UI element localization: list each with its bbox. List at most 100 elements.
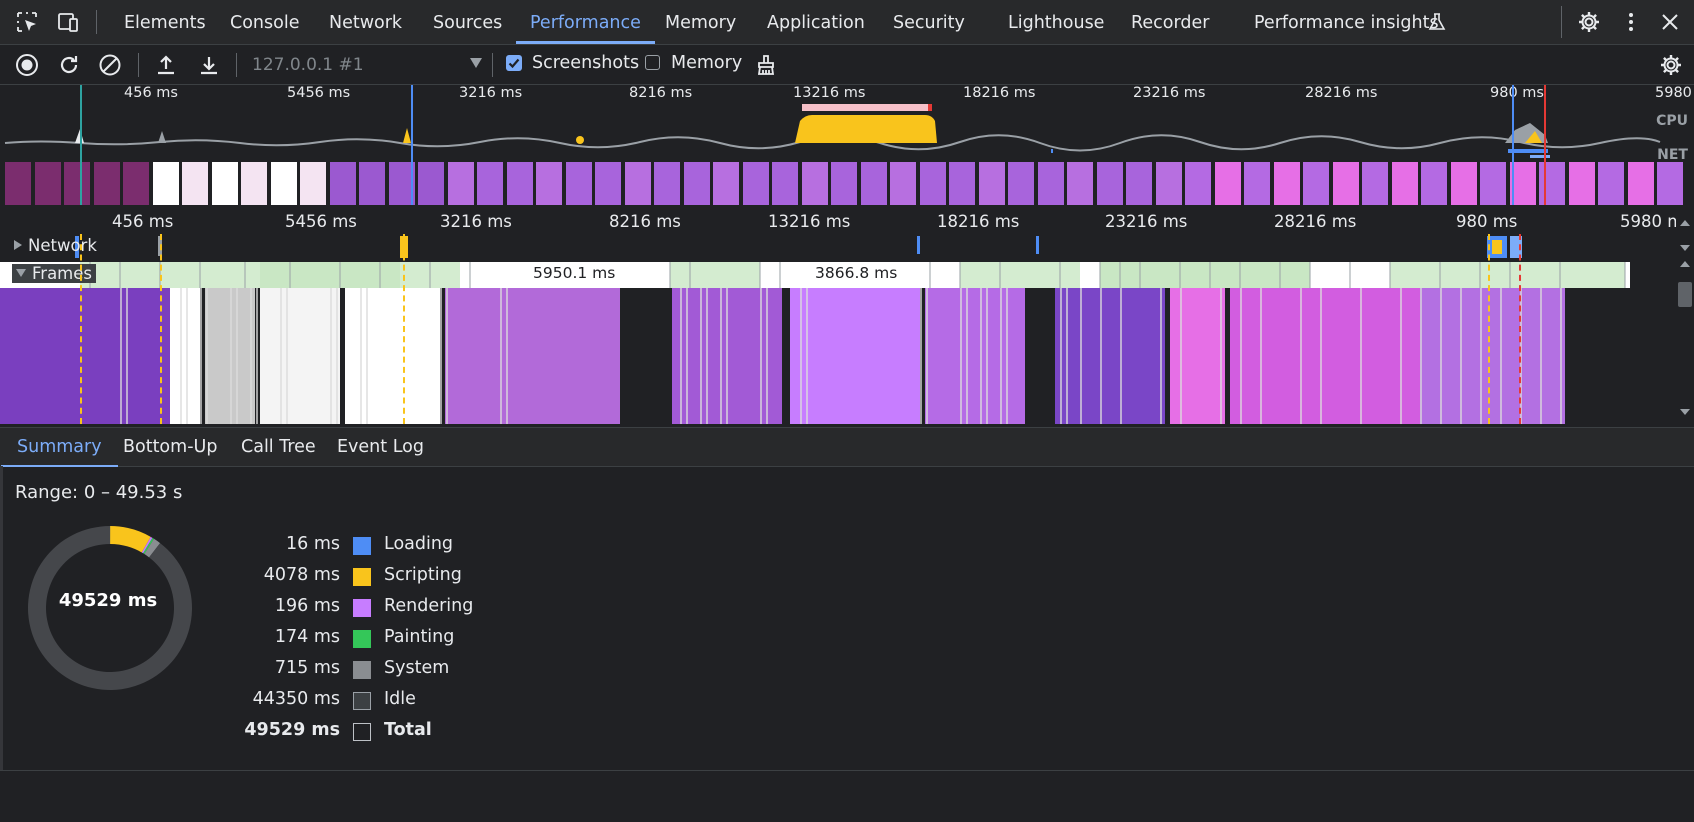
tab-security[interactable]: Security [893, 0, 965, 44]
legend-name: Loading [384, 534, 454, 554]
tab-memory[interactable]: Memory [665, 0, 736, 44]
upload-icon[interactable] [153, 52, 179, 78]
status-area [0, 771, 1694, 822]
more-options-icon[interactable] [1618, 9, 1644, 35]
screenshot-thumbnail [742, 162, 771, 205]
frame-marker [80, 85, 82, 205]
legend-swatch [353, 692, 371, 710]
frame-separator [1066, 288, 1068, 424]
screenshot-thumbnail [477, 162, 505, 205]
tracks-scrollbar[interactable] [1676, 210, 1694, 424]
legend-value: 174 ms [274, 627, 340, 647]
tab-elements[interactable]: Elements [124, 0, 206, 44]
frame-separator [236, 288, 238, 424]
frame-marker [160, 234, 162, 424]
download-icon[interactable] [196, 52, 222, 78]
record-icon[interactable] [14, 52, 40, 78]
frame-duration[interactable]: 5950.1 ms [533, 264, 615, 282]
network-track[interactable]: Network [0, 234, 1676, 262]
screenshot-thumbnail [919, 162, 948, 205]
tab-bottom-up[interactable]: Bottom-Up [123, 428, 217, 466]
screenshot-thumbnail [270, 162, 299, 205]
toolbar-separator [1561, 6, 1562, 38]
screenshot-thumbnail [447, 162, 476, 205]
details-tabbar: Summary Bottom-Up Call Tree Event Log [0, 427, 1694, 467]
ruler-tick: 13216 ms [768, 212, 851, 231]
tab-performance[interactable]: Performance [516, 0, 655, 44]
frame-separator [1420, 288, 1422, 424]
frame-separator [206, 288, 208, 424]
frame-separator [1500, 288, 1502, 424]
close-icon[interactable] [1657, 9, 1683, 35]
tab-network[interactable]: Network [329, 0, 402, 44]
device-toolbar-icon[interactable] [55, 9, 81, 35]
timeline-ruler: 456 ms 5456 ms 3216 ms 8216 ms 13216 ms … [0, 210, 1683, 234]
frame-marker [1488, 234, 1490, 424]
network-track-header[interactable]: Network [14, 236, 97, 255]
tab-sources[interactable]: Sources [433, 0, 502, 44]
screenshot-thumbnail [1067, 162, 1095, 205]
frame-screenshot [1055, 288, 1165, 424]
frames-track-header[interactable]: Frames [12, 264, 97, 283]
target-select[interactable]: 127.0.0.1 #1 [252, 53, 482, 77]
frame-separator [966, 288, 968, 424]
reload-record-icon[interactable] [56, 52, 82, 78]
overview-tick: 23216 ms [1133, 85, 1206, 101]
frame-screenshots-track[interactable] [0, 288, 1676, 424]
ruler-tick: 456 ms [112, 212, 174, 231]
tab-summary[interactable]: Summary [1, 428, 118, 467]
tab-application[interactable]: Application [767, 0, 865, 44]
screenshot-thumbnail [624, 162, 653, 205]
frame-separator [500, 288, 502, 424]
frame-duration[interactable]: 3866.8 ms [815, 264, 897, 282]
frame-screenshot [1170, 288, 1225, 424]
legend-value: 4078 ms [263, 565, 340, 585]
frame-separator [720, 288, 722, 424]
performance-toolbar: 127.0.0.1 #1 Screenshots Memory [0, 45, 1694, 85]
frame-separator [1006, 288, 1008, 424]
screenshot-thumbnail [801, 162, 830, 205]
screenshots-checkbox[interactable] [506, 55, 522, 71]
screenshot-thumbnail [1214, 162, 1243, 205]
screenshot-thumbnail [1480, 162, 1508, 205]
screenshot-thumbnail [1155, 162, 1184, 205]
frame-separator [926, 288, 928, 424]
timeline-overview[interactable]: 456 ms 5456 ms 3216 ms 8216 ms 13216 ms … [0, 85, 1694, 210]
cpu-lane-label: CPU [1654, 113, 1690, 129]
legend-row-total: 49529 ms Total [3, 720, 503, 744]
frame-separator [1320, 288, 1322, 424]
clear-icon[interactable] [97, 52, 123, 78]
screenshot-thumbnail [241, 162, 269, 205]
memory-checkbox[interactable] [645, 55, 660, 70]
overview-tick: 18216 ms [963, 85, 1036, 101]
screenshot-thumbnail [152, 162, 181, 205]
inspect-element-icon[interactable] [14, 9, 40, 35]
tab-recorder[interactable]: Recorder [1131, 0, 1209, 44]
frame-separator [336, 288, 338, 424]
frame-separator [1240, 288, 1242, 424]
memory-label[interactable]: Memory [671, 53, 742, 73]
tab-call-tree[interactable]: Call Tree [241, 428, 316, 466]
frames-track[interactable]: 5950.1 ms 3866.8 ms Frames [0, 262, 1630, 288]
legend-swatch [353, 661, 371, 679]
frame-screenshot [260, 288, 340, 424]
screenshot-thumbnail [418, 162, 446, 205]
screenshots-label[interactable]: Screenshots [532, 53, 639, 73]
frame-separator [186, 288, 188, 424]
legend-row-loading: 16 ms Loading [3, 534, 503, 558]
screenshot-thumbnail [1096, 162, 1125, 205]
frame-separator [446, 288, 448, 424]
capture-settings-gear-icon[interactable] [1658, 52, 1684, 78]
garbage-collect-broom-icon[interactable] [753, 52, 779, 78]
legend-swatch [353, 568, 371, 586]
tab-event-log[interactable]: Event Log [337, 428, 424, 466]
screenshot-thumbnail [211, 162, 240, 205]
screenshot-thumbnail [683, 162, 712, 205]
legend-value: 196 ms [274, 596, 340, 616]
frame-marker [1512, 85, 1514, 205]
tab-lighthouse[interactable]: Lighthouse [1008, 0, 1104, 44]
tab-console[interactable]: Console [230, 0, 299, 44]
settings-gear-icon[interactable] [1576, 9, 1602, 35]
tab-performance-insights[interactable]: Performance insights [1254, 0, 1439, 44]
screenshots-filmstrip[interactable] [5, 162, 1694, 205]
